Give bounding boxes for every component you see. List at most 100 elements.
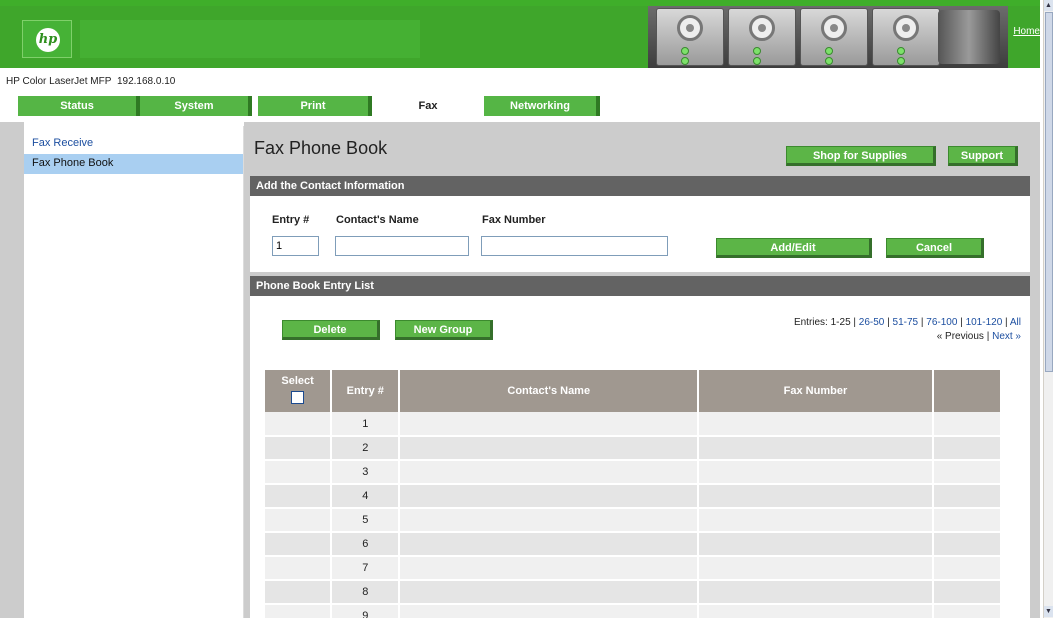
row-extra-cell <box>932 604 1000 618</box>
device-identity: HP Color LaserJet MFP 192.168.0.10 <box>6 76 175 87</box>
entry-number-label: Entry # <box>272 214 310 226</box>
sidebar: Fax Receive Fax Phone Book <box>24 126 244 618</box>
row-extra-cell <box>932 532 1000 557</box>
device-name: HP Color LaserJet MFP <box>6 76 112 87</box>
row-select-cell <box>265 532 333 557</box>
select-all-checkbox[interactable] <box>291 391 305 404</box>
row-contact-name-cell <box>399 580 700 605</box>
row-entry-cell: 6 <box>331 532 401 557</box>
fax-number-label: Fax Number <box>482 214 546 226</box>
row-fax-number-cell <box>698 460 934 485</box>
row-extra-cell <box>932 508 1000 533</box>
entry-number-input[interactable] <box>272 236 319 256</box>
new-group-button[interactable]: New Group <box>395 320 493 340</box>
sidebar-item-fax-receive[interactable]: Fax Receive <box>24 134 243 154</box>
main-tabs: Status System Print Fax Networking <box>18 96 1040 120</box>
table-row: 3 <box>265 460 1000 485</box>
contact-name-input[interactable] <box>335 236 469 256</box>
entries-range-all[interactable]: All <box>1010 317 1021 328</box>
column-select-label: Select <box>281 375 314 387</box>
row-fax-number-cell <box>698 484 934 509</box>
row-entry-cell: 4 <box>331 484 401 509</box>
row-contact-name-cell <box>399 532 700 557</box>
vertical-scrollbar[interactable]: ▲ ▼ <box>1043 0 1053 618</box>
table-row: 5 <box>265 508 1000 533</box>
tab-status[interactable]: Status <box>18 96 140 116</box>
row-contact-name-cell <box>399 508 700 533</box>
cancel-button[interactable]: Cancel <box>886 238 984 258</box>
usb-slot <box>938 10 1000 64</box>
scroll-thumb[interactable] <box>1045 12 1053 372</box>
row-entry-cell: 5 <box>331 508 401 533</box>
row-entry-cell: 2 <box>331 436 401 461</box>
row-select-cell <box>265 580 333 605</box>
row-fax-number-cell <box>698 580 934 605</box>
header-banner <box>80 20 420 58</box>
row-extra-cell <box>932 556 1000 581</box>
table-row: 6 <box>265 532 1000 557</box>
row-extra-cell <box>932 580 1000 605</box>
phone-book-rows: 123456789 <box>265 412 1000 618</box>
page-title: Fax Phone Book <box>254 138 388 158</box>
home-link[interactable]: Home <box>1013 26 1040 37</box>
shop-for-supplies-button[interactable]: Shop for Supplies <box>786 146 936 166</box>
previous-page: « Previous <box>936 331 984 342</box>
entries-range-26-50[interactable]: 26-50 <box>859 317 885 328</box>
column-fax-number: Fax Number <box>698 370 934 412</box>
row-contact-name-cell <box>399 436 700 461</box>
row-select-cell <box>265 604 333 618</box>
entries-range-51-75[interactable]: 51-75 <box>893 317 919 328</box>
contact-name-label: Contact's Name <box>336 214 419 226</box>
scroll-down-arrow-icon[interactable]: ▼ <box>1044 606 1053 617</box>
tab-system[interactable]: System <box>140 96 252 116</box>
row-entry-cell: 3 <box>331 460 401 485</box>
table-row: 8 <box>265 580 1000 605</box>
device-ip: 192.168.0.10 <box>116 76 176 87</box>
row-extra-cell <box>932 412 1000 437</box>
left-gutter <box>0 122 24 618</box>
table-row: 4 <box>265 484 1000 509</box>
phone-book-table: Select Entry # Contact's Name Fax Number… <box>265 370 1000 618</box>
row-select-cell <box>265 460 333 485</box>
row-fax-number-cell <box>698 436 934 461</box>
row-fax-number-cell <box>698 556 934 581</box>
row-select-cell <box>265 484 333 509</box>
row-fax-number-cell <box>698 604 934 618</box>
entry-list-section-header: Phone Book Entry List <box>250 276 1030 296</box>
row-select-cell <box>265 436 333 461</box>
table-row: 2 <box>265 436 1000 461</box>
row-contact-name-cell <box>399 412 700 437</box>
add-contact-section <box>250 196 1030 272</box>
row-contact-name-cell <box>399 604 700 618</box>
row-contact-name-cell <box>399 556 700 581</box>
add-edit-button[interactable]: Add/Edit <box>716 238 872 258</box>
entries-range-76-100[interactable]: 76-100 <box>926 317 957 328</box>
tab-fax[interactable]: Fax <box>372 96 484 118</box>
entries-current: Entries: 1-25 | <box>793 317 857 328</box>
row-entry-cell: 1 <box>331 412 401 437</box>
fax-number-input[interactable] <box>481 236 668 256</box>
delete-button[interactable]: Delete <box>282 320 380 340</box>
add-contact-section-header: Add the Contact Information <box>250 176 1030 196</box>
row-select-cell <box>265 412 333 437</box>
row-entry-cell: 7 <box>331 556 401 581</box>
row-fax-number-cell <box>698 412 934 437</box>
row-entry-cell: 9 <box>331 604 401 618</box>
pagination: Entries: 1-25 | 26-50 | 51-75 | 76-100 |… <box>793 317 1021 342</box>
hp-logo[interactable]: hp <box>22 20 72 58</box>
table-row: 1 <box>265 412 1000 437</box>
row-fax-number-cell <box>698 532 934 557</box>
tab-print[interactable]: Print <box>258 96 372 116</box>
row-extra-cell <box>932 460 1000 485</box>
table-row: 9 <box>265 604 1000 618</box>
table-row: 7 <box>265 556 1000 581</box>
scroll-up-arrow-icon[interactable]: ▲ <box>1044 0 1053 11</box>
tab-networking[interactable]: Networking <box>484 96 600 116</box>
page-header: hp Home <box>0 6 1040 68</box>
entries-range-101-120[interactable]: 101-120 <box>966 317 1003 328</box>
next-page-link[interactable]: Next » <box>992 331 1021 342</box>
support-button[interactable]: Support <box>948 146 1018 166</box>
sidebar-item-fax-phone-book[interactable]: Fax Phone Book <box>24 154 243 174</box>
row-contact-name-cell <box>399 460 700 485</box>
row-select-cell <box>265 556 333 581</box>
